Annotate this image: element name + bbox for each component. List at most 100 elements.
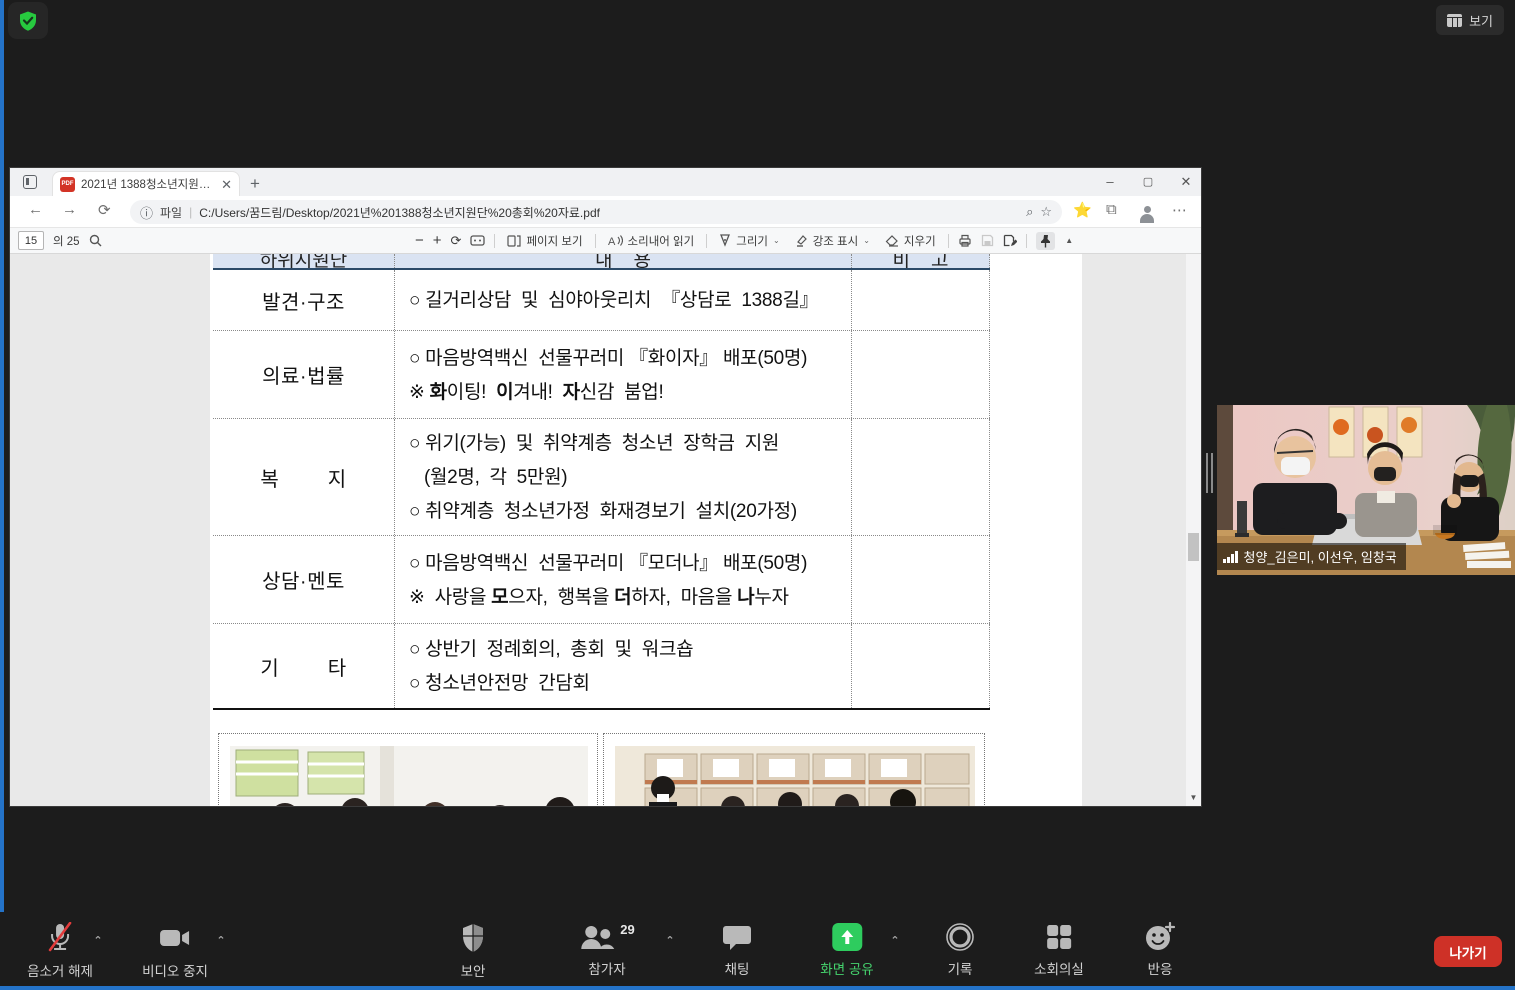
pdf-erase-button[interactable]: 지우기 (882, 231, 939, 251)
screen-share-border (0, 0, 4, 990)
draw-dropdown-chevron[interactable]: ⌄ (773, 236, 780, 245)
browser-tab-active[interactable]: PDF 2021년 1388청소년지원단 총회 ✕ (52, 171, 240, 196)
pdf-content-area: 하위지원단 내 용 비 고 발견·구조 ○ 길거리상담 및 심야아웃리치 『상담… (10, 254, 1201, 806)
leave-meeting-button[interactable]: 나가기 (1434, 936, 1502, 967)
favorite-star-icon[interactable]: ☆ (1040, 204, 1052, 220)
chat-button[interactable]: 채팅 (722, 922, 752, 978)
address-bar[interactable]: ⓘ 파일 | C:/Users/꿈드림/Desktop/2021년%201388… (130, 200, 1062, 224)
refresh-icon[interactable]: ⟳ (98, 201, 111, 219)
pdf-rotate-icon[interactable]: ⟳ (451, 233, 462, 249)
pdf-zoom-out-icon[interactable]: − (415, 232, 424, 249)
participant-name-label: 청양_김은미, 이선우, 임창국 (1217, 543, 1406, 570)
pdf-page: 하위지원단 내 용 비 고 발견·구조 ○ 길거리상담 및 심야아웃리치 『상담… (210, 254, 1082, 806)
eraser-icon (885, 235, 899, 247)
pdf-fit-page-icon[interactable] (470, 235, 485, 246)
video-camera-icon (158, 922, 192, 954)
zoom-page-icon[interactable]: ⌕ (1026, 204, 1033, 220)
row-category: 기 타 (213, 624, 395, 708)
address-scheme-label: 파일 (160, 204, 182, 221)
participant-names: 청양_김은미, 이선우, 임창국 (1244, 547, 1397, 566)
page-view-icon (507, 234, 521, 247)
pdf-file-icon: PDF (60, 177, 75, 192)
record-label: 기록 (948, 958, 973, 978)
row-line: ○ 위기(가능) 및 취약계층 청소년 장학금 지원 (409, 427, 851, 461)
window-close-button[interactable]: ✕ (1166, 168, 1206, 195)
tab-title: 2021년 1388청소년지원단 총회 (81, 176, 215, 192)
row-line: ※ 화이팅! 이겨내! 자신감 붐업! (409, 376, 851, 410)
highlighter-icon (795, 234, 808, 247)
table-row: 복 지 ○ 위기(가능) 및 취약계층 청소년 장학금 지원 (월2명, 각 5… (213, 419, 990, 536)
security-button[interactable]: 보안 (460, 922, 486, 980)
reactions-smiley-icon (1144, 922, 1176, 952)
back-icon[interactable]: ← (28, 201, 43, 218)
share-screen-icon (829, 922, 865, 952)
video-options-chevron[interactable]: ⌃ (216, 934, 225, 947)
row-line: ○ 마음방역백신 선물꾸러미 『모더나』 배포(50명) (409, 547, 851, 581)
share-screen-button[interactable]: 화면 공유 (820, 922, 873, 978)
browser-window: PDF 2021년 1388청소년지원단 총회 ✕ + – ▢ ✕ ← → ⟳ … (10, 168, 1201, 806)
share-options-chevron[interactable]: ⌃ (890, 934, 899, 947)
meeting-info-shield-button[interactable] (8, 2, 48, 39)
scroll-down-arrow[interactable]: ▼ (1188, 793, 1199, 802)
scroll-up-arrow[interactable]: ▲ (1064, 236, 1075, 245)
view-button-label: 보기 (1469, 11, 1493, 30)
participant-video-tile[interactable]: 청양_김은미, 이선우, 임창국 (1217, 405, 1515, 575)
favorites-hub-icon[interactable]: ⭐ (1073, 201, 1092, 219)
table-header-row: 하위지원단 내 용 비 고 (213, 254, 990, 270)
scrollbar-thumb[interactable] (1188, 533, 1199, 561)
address-url: C:/Users/꿈드림/Desktop/2021년%201388청소년지원단%… (199, 204, 600, 221)
breakout-rooms-button[interactable]: 소회의실 (1034, 922, 1084, 978)
chat-label: 채팅 (725, 958, 750, 978)
address-divider: | (189, 205, 192, 219)
save-as-icon[interactable] (1003, 234, 1017, 247)
collections-icon[interactable]: ⧉ (1106, 201, 1117, 218)
new-tab-button[interactable]: + (250, 174, 260, 194)
row-category: 의료·법률 (213, 331, 395, 418)
pdf-highlight-button[interactable]: 강조 표시 ⌄ (792, 231, 873, 251)
row-note (852, 270, 990, 330)
tab-close-icon[interactable]: ✕ (221, 178, 232, 191)
print-icon[interactable] (958, 234, 972, 247)
view-mode-button[interactable]: 보기 (1436, 5, 1504, 35)
unmute-label: 음소거 해제 (27, 960, 93, 980)
unmute-button[interactable]: 음소거 해제 (27, 922, 93, 980)
page-info-icon[interactable]: ⓘ (140, 203, 153, 222)
window-restore-button[interactable]: ▢ (1128, 168, 1168, 195)
pdf-read-aloud-button[interactable]: A 소리내어 읽기 (605, 231, 698, 251)
read-aloud-icon: A (608, 234, 623, 247)
row-category: 상담·멘토 (213, 536, 395, 623)
row-line: (월2명, 각 5만원) (409, 461, 851, 495)
forward-icon[interactable]: → (62, 201, 77, 218)
share-screen-label: 화면 공유 (820, 958, 873, 978)
zoom-meeting-screen: 보기 PDF 2021년 1388청소년지원단 총회 ✕ + – ▢ ✕ ← →… (0, 0, 1515, 990)
gallery-view-icon (1447, 14, 1462, 27)
save-icon-disabled (981, 234, 994, 247)
stop-video-button[interactable]: 비디오 중지 (142, 922, 208, 980)
video-panel-handle[interactable] (1206, 453, 1214, 493)
security-shield-icon (460, 922, 486, 954)
microphone-muted-icon (45, 922, 75, 954)
audio-options-chevron[interactable]: ⌃ (93, 934, 102, 947)
pdf-draw-button[interactable]: 그리기 ⌄ (716, 231, 782, 251)
row-category: 발견·구조 (213, 270, 395, 330)
participants-options-chevron[interactable]: ⌃ (665, 934, 674, 947)
more-menu-icon[interactable]: ⋯ (1172, 201, 1187, 219)
pdf-page-view-button[interactable]: 페이지 보기 (504, 231, 585, 251)
pdf-photos-section (218, 733, 988, 806)
highlight-dropdown-chevron[interactable]: ⌄ (863, 236, 870, 245)
pdf-zoom-in-icon[interactable]: + (433, 232, 442, 249)
table-header-content: 내 용 (595, 254, 651, 268)
record-button[interactable]: 기록 (945, 922, 975, 978)
participants-button[interactable]: 29 참가자 (579, 922, 634, 978)
pdf-page-number-input[interactable] (18, 231, 44, 250)
pdf-search-icon[interactable] (89, 234, 102, 247)
reactions-button[interactable]: 반응 (1144, 922, 1176, 978)
table-row: 기 타 ○ 상반기 정례회의, 총회 및 워크숍 ○ 청소년안전망 간담회 (213, 624, 990, 710)
pdf-scrollbar[interactable]: ▼ (1186, 254, 1201, 806)
pdf-toolbar-pin-button[interactable] (1036, 232, 1055, 250)
pin-icon (1039, 234, 1052, 248)
window-minimize-button[interactable]: – (1090, 168, 1130, 195)
vertical-tabs-icon[interactable] (23, 175, 37, 189)
record-icon (945, 922, 975, 952)
row-category: 복 지 (213, 419, 395, 535)
